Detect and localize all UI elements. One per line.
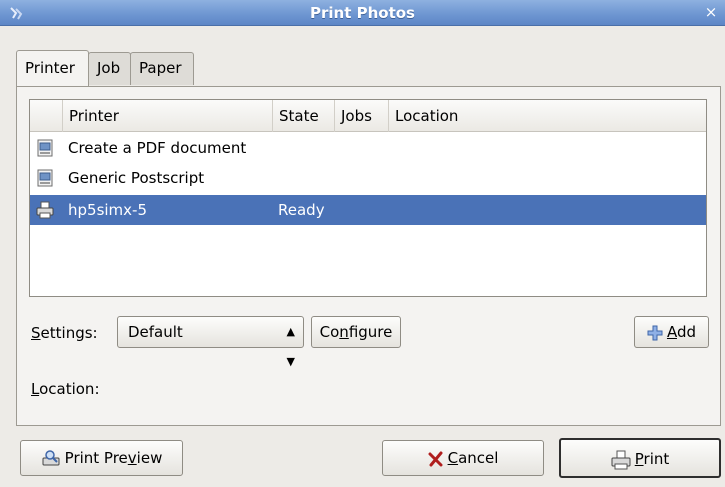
- settings-combobox[interactable]: Default ▲ ▼: [117, 316, 304, 368]
- printer-name: Generic Postscript: [68, 169, 205, 187]
- column-header-icon[interactable]: [30, 100, 62, 132]
- window-title: Print Photos: [310, 4, 415, 22]
- add-icon: [647, 325, 663, 340]
- column-header-printer[interactable]: Printer: [62, 100, 272, 132]
- printer-row-pdf[interactable]: Create a PDF document: [30, 133, 706, 163]
- printer-state: Ready: [278, 201, 325, 219]
- list-header: Printer State Jobs Location: [30, 100, 706, 132]
- close-icon[interactable]: ×: [703, 4, 719, 20]
- configure-button[interactable]: Configure: [311, 316, 401, 348]
- printer-row-hp5simx-5[interactable]: hp5simx-5 Ready: [30, 195, 706, 225]
- cancel-button[interactable]: Cancel: [382, 440, 544, 476]
- print-photos-dialog: Print Photos × Printer Job Paper Printer…: [0, 0, 725, 487]
- printer-name: Create a PDF document: [68, 139, 247, 157]
- postscript-printer-icon: [37, 169, 53, 187]
- printer-row-postscript[interactable]: Generic Postscript: [30, 163, 706, 193]
- print-preview-button[interactable]: Print Preview: [20, 440, 183, 476]
- pdf-printer-icon: [37, 139, 53, 157]
- tab-printer[interactable]: Printer: [16, 50, 89, 86]
- printer-name: hp5simx-5: [68, 201, 147, 219]
- column-header-location[interactable]: Location: [388, 100, 706, 132]
- cancel-x-icon: [428, 451, 443, 466]
- column-header-state[interactable]: State: [272, 100, 334, 132]
- column-header-jobs[interactable]: Jobs: [334, 100, 388, 132]
- printer-icon: [36, 201, 54, 219]
- location-label: Location:: [31, 380, 100, 398]
- settings-label: Settings:: [31, 324, 98, 342]
- tab-paper[interactable]: Paper: [130, 52, 194, 85]
- title-bar[interactable]: Print Photos ×: [0, 0, 725, 26]
- printer-tab-panel: Printer State Jobs Location Create a PDF…: [16, 86, 721, 426]
- tab-job[interactable]: Job: [88, 52, 131, 85]
- printer-list[interactable]: Printer State Jobs Location Create a PDF…: [29, 99, 707, 297]
- printer-icon: [611, 450, 631, 469]
- settings-selected-value: Default: [128, 323, 183, 341]
- add-printer-button[interactable]: Add: [634, 316, 709, 348]
- updown-arrows-icon: ▲ ▼: [286, 325, 295, 368]
- print-button[interactable]: Print: [559, 438, 721, 478]
- print-preview-icon: [42, 449, 60, 465]
